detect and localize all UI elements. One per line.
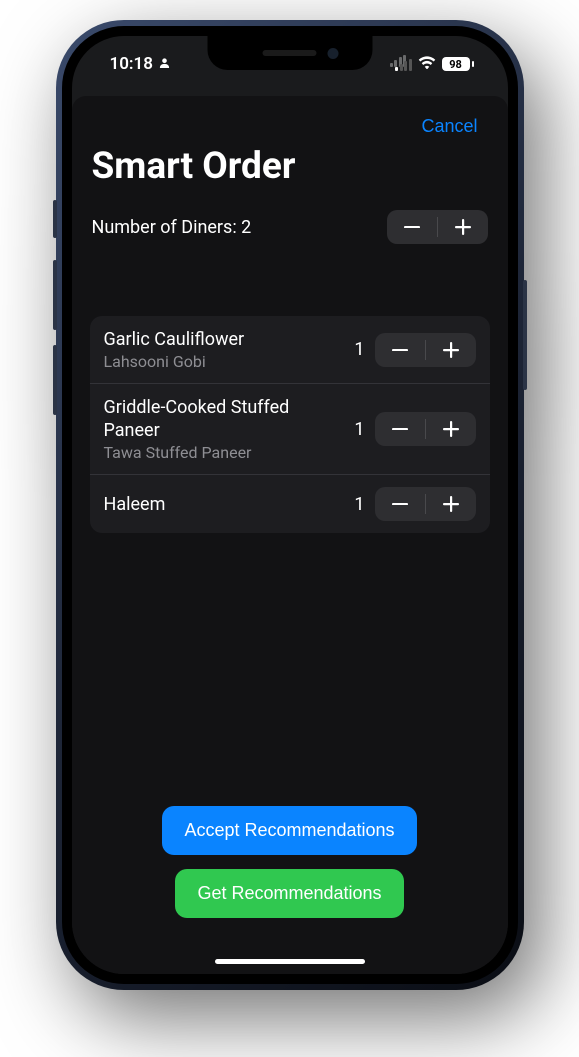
- volume-down-button: [53, 345, 57, 415]
- diners-label: Number of Diners: 2: [92, 217, 252, 238]
- item-stepper[interactable]: [375, 487, 476, 521]
- get-recommendations-button[interactable]: Get Recommendations: [175, 869, 403, 918]
- diners-stepper[interactable]: [387, 210, 488, 244]
- volume-up-button: [53, 260, 57, 330]
- plus-icon: [443, 342, 459, 358]
- item-minus-button[interactable]: [375, 412, 425, 446]
- item-minus-button[interactable]: [375, 333, 425, 367]
- wifi-icon: [418, 54, 436, 74]
- notch: [207, 36, 372, 70]
- battery-indicator: 98: [442, 57, 474, 71]
- minus-icon: [392, 349, 408, 351]
- item-plus-button[interactable]: [426, 412, 476, 446]
- item-plus-button[interactable]: [426, 333, 476, 367]
- diners-row: Number of Diners: 2: [90, 206, 490, 254]
- device-frame: 10:18 98: [56, 20, 524, 990]
- plus-icon: [455, 219, 471, 235]
- plus-icon: [443, 496, 459, 512]
- home-indicator[interactable]: [215, 959, 365, 964]
- recommendations-list: Garlic Cauliflower Lahsooni Gobi 1 Gridd: [90, 316, 490, 533]
- item-qty: 1: [354, 339, 364, 360]
- list-item: Garlic Cauliflower Lahsooni Gobi 1: [90, 316, 490, 384]
- user-icon: [159, 57, 170, 72]
- item-stepper[interactable]: [375, 412, 476, 446]
- cellular-signal-icon: [392, 57, 412, 71]
- diners-minus-button[interactable]: [387, 210, 437, 244]
- power-button: [523, 280, 527, 390]
- front-camera: [327, 48, 338, 59]
- plus-icon: [443, 421, 459, 437]
- cancel-button[interactable]: Cancel: [421, 116, 477, 137]
- item-minus-button[interactable]: [375, 487, 425, 521]
- diners-plus-button[interactable]: [438, 210, 488, 244]
- minus-icon: [392, 503, 408, 505]
- minus-icon: [392, 428, 408, 430]
- item-title: Griddle-Cooked Stuffed Paneer: [104, 396, 347, 442]
- minus-icon: [404, 226, 420, 228]
- modal-sheet: Cancel Smart Order Number of Diners: 2: [72, 96, 508, 974]
- item-title: Haleem: [104, 493, 347, 516]
- bottom-actions: Accept Recommendations Get Recommendatio…: [90, 806, 490, 974]
- item-subtitle: Tawa Stuffed Paneer: [104, 443, 347, 462]
- page-title: Smart Order: [90, 143, 490, 206]
- item-subtitle: Lahsooni Gobi: [104, 352, 347, 371]
- item-title: Garlic Cauliflower: [104, 328, 347, 351]
- list-item: Griddle-Cooked Stuffed Paneer Tawa Stuff…: [90, 384, 490, 475]
- status-time: 10:18: [110, 54, 153, 74]
- item-plus-button[interactable]: [426, 487, 476, 521]
- accept-recommendations-button[interactable]: Accept Recommendations: [162, 806, 416, 855]
- item-stepper[interactable]: [375, 333, 476, 367]
- battery-level: 98: [449, 58, 462, 71]
- mute-switch: [53, 200, 57, 238]
- phone-screen: 10:18 98: [72, 36, 508, 974]
- list-item: Haleem 1: [90, 475, 490, 533]
- speaker-grille: [263, 50, 317, 56]
- item-qty: 1: [354, 494, 364, 515]
- item-qty: 1: [354, 419, 364, 440]
